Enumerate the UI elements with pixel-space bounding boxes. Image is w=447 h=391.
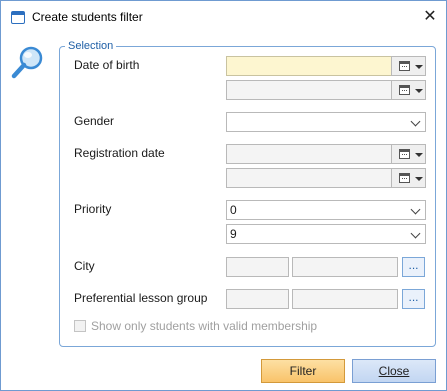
city-name-input[interactable] bbox=[292, 257, 398, 277]
priority-label: Priority bbox=[74, 202, 112, 216]
priority-from-value: 0 bbox=[230, 203, 237, 217]
window-title: Create students filter bbox=[32, 10, 143, 24]
chevron-down-icon bbox=[415, 177, 423, 181]
date-of-birth-label: Date of birth bbox=[74, 58, 140, 72]
lesson-group-browse-button[interactable]: ... bbox=[402, 289, 425, 309]
close-icon[interactable]: ✕ bbox=[418, 6, 442, 28]
gender-label: Gender bbox=[74, 114, 115, 128]
priority-to-select[interactable]: 9 bbox=[226, 224, 426, 244]
title-bar[interactable]: Create students filter ✕ bbox=[1, 1, 446, 33]
registration-date-to-input[interactable] bbox=[226, 168, 392, 188]
chevron-down-icon bbox=[410, 204, 421, 215]
priority-from-select[interactable]: 0 bbox=[226, 200, 426, 220]
registration-date-to-picker[interactable] bbox=[391, 168, 426, 188]
priority-to-value: 9 bbox=[230, 227, 237, 241]
preferential-lesson-group-label: Preferential lesson group bbox=[74, 291, 208, 305]
chevron-down-icon bbox=[410, 116, 421, 127]
filter-button[interactable]: Filter bbox=[261, 359, 345, 383]
city-code-input[interactable] bbox=[226, 257, 289, 277]
registration-date-from-input[interactable] bbox=[226, 144, 392, 164]
calendar-icon bbox=[399, 61, 410, 71]
gender-select[interactable] bbox=[226, 112, 426, 132]
chevron-down-icon bbox=[415, 153, 423, 157]
close-button[interactable]: Close bbox=[352, 359, 436, 383]
app-window-icon bbox=[11, 11, 25, 24]
lesson-group-code-input[interactable] bbox=[226, 289, 289, 309]
selection-legend: Selection bbox=[65, 40, 117, 52]
valid-membership-label: Show only students with valid membership bbox=[91, 319, 318, 333]
calendar-icon bbox=[399, 173, 410, 183]
date-of-birth-from-picker[interactable] bbox=[391, 56, 426, 76]
date-of-birth-from-input[interactable] bbox=[226, 56, 392, 76]
registration-date-from-picker[interactable] bbox=[391, 144, 426, 164]
date-of-birth-to-picker[interactable] bbox=[391, 80, 426, 100]
chevron-down-icon bbox=[410, 228, 421, 239]
calendar-icon bbox=[399, 149, 410, 159]
lesson-group-name-input[interactable] bbox=[292, 289, 398, 309]
registration-date-label: Registration date bbox=[74, 146, 165, 160]
chevron-down-icon bbox=[415, 65, 423, 69]
date-of-birth-to-input[interactable] bbox=[226, 80, 392, 100]
valid-membership-checkbox[interactable] bbox=[74, 320, 86, 332]
city-label: City bbox=[74, 259, 95, 273]
search-icon bbox=[11, 46, 43, 79]
city-browse-button[interactable]: ... bbox=[402, 257, 425, 277]
calendar-icon bbox=[399, 85, 410, 95]
chevron-down-icon bbox=[415, 89, 423, 93]
